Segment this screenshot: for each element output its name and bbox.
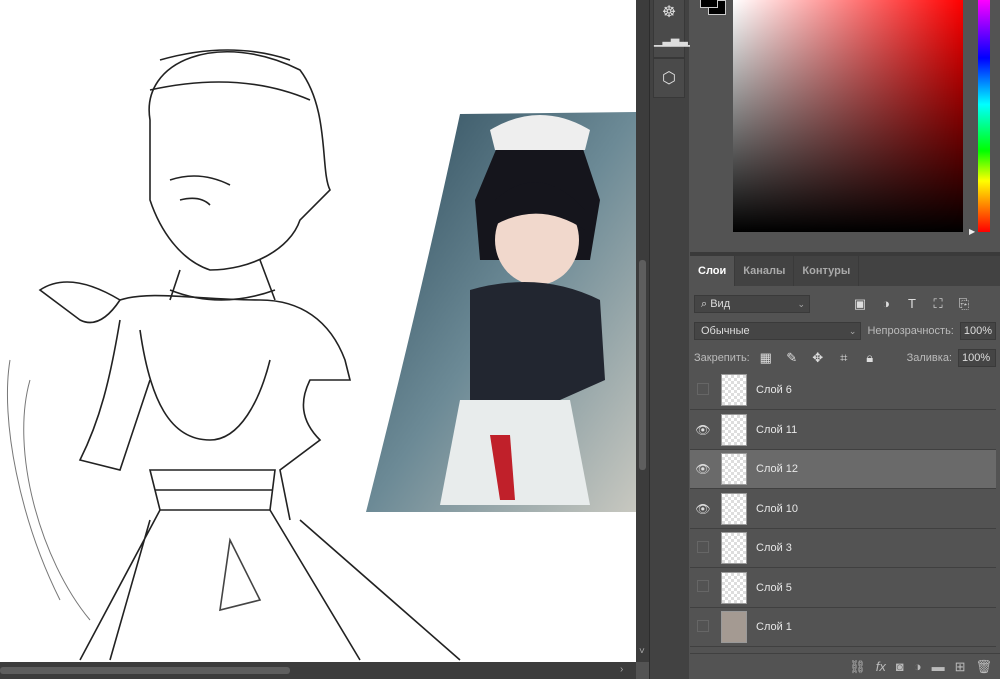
foreground-color-swatch[interactable] (700, 0, 718, 8)
new-layer-icon[interactable]: ⊞ (955, 659, 966, 675)
smart-object-filter-icon[interactable]: ⎘ (954, 296, 974, 312)
reference-image (366, 112, 636, 512)
hue-slider[interactable] (978, 0, 990, 232)
layer-thumbnail (721, 374, 747, 406)
layer-thumbnail (721, 571, 747, 604)
shape-filter-icon[interactable]: ⛶ (928, 296, 948, 312)
layer-name: Слой 3 (756, 542, 792, 554)
type-filter-icon[interactable]: T (902, 296, 922, 311)
layer-row[interactable]: Слой 3 (690, 529, 996, 568)
layer-row[interactable]: 👁︎ Слой 10 (690, 490, 996, 529)
lock-all-icon[interactable]: 🔒︎ (860, 350, 880, 366)
saturation-value-field[interactable] (733, 0, 963, 232)
layer-row[interactable]: 👁︎ Слой 11 (690, 411, 996, 450)
layer-row[interactable]: 👁︎ Слой 12 (690, 450, 996, 489)
tab-layers[interactable]: Слои (690, 256, 736, 286)
eye-icon[interactable]: 👁︎ (690, 423, 716, 437)
fill-input[interactable]: 100% (958, 348, 996, 367)
layer-name: Слой 6 (756, 384, 792, 396)
histogram-icon[interactable]: ▁▃▅▃▁ (654, 27, 696, 55)
fx-icon[interactable]: fx (876, 659, 886, 674)
layer-thumbnail (721, 453, 747, 485)
scroll-right-arrow[interactable]: › (620, 664, 623, 675)
opacity-label: Непрозрачность: (867, 324, 954, 337)
visibility-toggle[interactable] (690, 541, 716, 556)
layer-thumbnail (721, 413, 747, 446)
layer-thumbnail (721, 492, 747, 525)
fill-label: Заливка: (906, 351, 952, 364)
search-icon: ⌕ (701, 297, 711, 310)
visibility-toggle[interactable] (690, 580, 716, 595)
horizontal-scroll-thumb[interactable] (0, 667, 290, 674)
visibility-toggle[interactable] (690, 620, 716, 635)
tab-channels[interactable]: Каналы (735, 256, 795, 286)
blend-mode-select[interactable]: Обычные ⌄ (694, 321, 862, 340)
lock-artboard-icon[interactable]: ⌗ (834, 350, 854, 366)
layer-list: Слой 6 👁︎ Слой 11 👁︎ Слой 12 👁︎ Слой 10 Слой 3 С… (690, 371, 996, 661)
layer-name: Слой 10 (756, 502, 799, 515)
visibility-toggle[interactable] (690, 383, 716, 398)
layer-row[interactable]: Слой 1 (690, 608, 996, 647)
panel-icon-strip: ☸ ▁▃▅▃▁ ⬡ (649, 0, 696, 679)
navigator-wheel-icon[interactable]: ☸ (654, 0, 684, 27)
layer-thumbnail (721, 611, 747, 643)
document-canvas[interactable] (0, 0, 636, 662)
layers-panel: Слои Каналы Контуры ⌕ Вид ⌄ ▣ ◑ T ⛶ ⎘ Обы… (690, 252, 1000, 679)
layers-footer: ⛓ fx ◙ ◑ ▬ ⊞ 🗑︎ (690, 653, 1000, 679)
opacity-input[interactable]: 100% (959, 321, 996, 340)
layer-name: Слой 12 (756, 463, 799, 475)
lock-label: Закрепить: (694, 351, 750, 364)
lock-position-icon[interactable]: ✥ (808, 350, 828, 366)
lock-brush-icon[interactable]: ✎ (782, 350, 802, 366)
new-group-icon[interactable]: ▬ (932, 659, 945, 674)
layer-thumbnail (721, 532, 747, 564)
link-layers-icon[interactable]: ⛓ (849, 659, 866, 675)
hue-slider-marker[interactable]: ▶ (969, 227, 975, 236)
layer-row[interactable]: Слой 5 (690, 569, 996, 608)
filter-label: Вид (710, 297, 731, 310)
layer-row[interactable]: Слой 6 (690, 371, 996, 410)
tab-paths[interactable]: Контуры (794, 256, 860, 286)
layer-name: Слой 5 (756, 581, 792, 594)
add-mask-icon[interactable]: ◙ (896, 659, 904, 674)
3d-cube-icon[interactable]: ⬡ (654, 65, 684, 93)
lock-transparency-icon[interactable]: ▦ (756, 350, 776, 366)
adjustment-filter-icon[interactable]: ◑ (876, 296, 896, 311)
layer-name: Слой 11 (756, 423, 798, 436)
color-picker-panel: ▶ (690, 0, 1000, 252)
vertical-scroll-thumb[interactable] (639, 260, 646, 470)
scroll-down-arrow[interactable]: ˅ (639, 646, 645, 657)
pixel-filter-icon[interactable]: ▣ (850, 296, 870, 312)
eye-icon[interactable]: 👁︎ (690, 502, 716, 516)
eye-icon[interactable]: 👁︎ (690, 462, 716, 476)
horizontal-scrollbar[interactable]: › (0, 662, 636, 679)
vertical-scrollbar[interactable]: ˅ (636, 0, 649, 662)
layer-filter-select[interactable]: ⌕ Вид ⌄ (694, 294, 810, 313)
adjustment-layer-icon[interactable]: ◑ (914, 659, 922, 674)
layer-name: Слой 1 (756, 621, 792, 633)
delete-layer-icon[interactable]: 🗑︎ (975, 659, 992, 675)
blend-mode-value: Обычные (701, 324, 750, 337)
